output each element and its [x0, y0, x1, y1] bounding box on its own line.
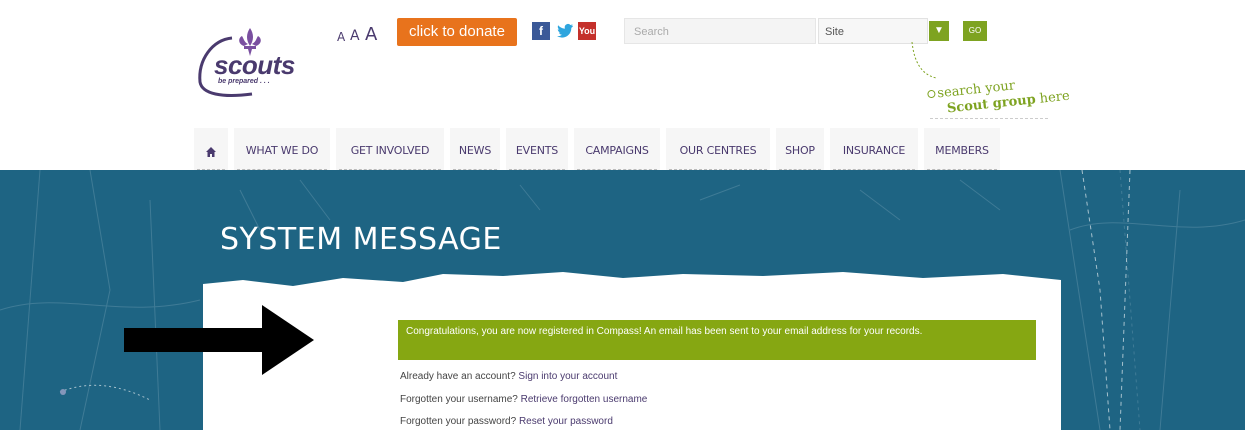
success-alert: Congratulations, you are now registered …	[398, 320, 1036, 360]
home-icon	[206, 147, 216, 157]
reset-password-link[interactable]: Reset your password	[519, 416, 613, 427]
search-input[interactable]: Search	[624, 18, 816, 44]
text-size-medium[interactable]: A	[350, 28, 360, 44]
scouts-logo[interactable]: scouts be prepared . . .	[192, 20, 322, 100]
sign-in-link[interactable]: Sign into your account	[518, 371, 617, 382]
forgot-password-prefix: Forgotten your password?	[400, 416, 519, 427]
forgot-password-line: Forgotten your password? Reset your pass…	[400, 416, 613, 427]
search-go-button[interactable]: GO	[963, 21, 987, 41]
nav-news[interactable]: NEWS	[450, 128, 500, 174]
youtube-icon[interactable]: You	[578, 22, 596, 40]
facebook-icon[interactable]: f	[532, 22, 550, 40]
retrieve-username-link[interactable]: Retrieve forgotten username	[521, 394, 648, 405]
nav-our-centres[interactable]: OUR CENTRES	[666, 128, 770, 174]
home-nav-item[interactable]	[194, 128, 228, 174]
hint-line2: here	[1034, 88, 1071, 108]
text-size-small[interactable]: A	[337, 30, 345, 44]
donate-button[interactable]: click to donate	[397, 18, 517, 46]
hint-underline	[930, 118, 1048, 119]
sign-in-line: Already have an account? Sign into your …	[400, 371, 617, 382]
chevron-down-icon[interactable]: ▼	[929, 21, 949, 41]
nav-get-involved[interactable]: GET INVOLVED	[336, 128, 444, 174]
nav-campaigns[interactable]: CAMPAIGNS	[574, 128, 660, 174]
message-panel	[203, 286, 1061, 436]
forgot-username-prefix: Forgotten your username?	[400, 394, 521, 405]
nav-insurance[interactable]: INSURANCE	[830, 128, 918, 174]
text-size-large[interactable]: A	[365, 24, 377, 45]
twitter-icon[interactable]	[556, 22, 574, 40]
nav-members[interactable]: MEMBERS	[924, 128, 1000, 174]
logo-wordmark: scouts	[214, 50, 295, 80]
sign-in-prefix: Already have an account?	[400, 371, 519, 382]
dotted-pointer-line	[911, 41, 937, 79]
arrow-right-icon	[124, 305, 314, 375]
nav-shop[interactable]: SHOP	[776, 128, 824, 174]
nav-events[interactable]: EVENTS	[506, 128, 568, 174]
forgot-username-line: Forgotten your username? Retrieve forgot…	[400, 394, 647, 405]
page-title: SYSTEM MESSAGE	[220, 222, 502, 257]
hint-circle-icon	[927, 89, 936, 99]
logo-tagline: be prepared . . .	[218, 78, 270, 85]
nav-what-we-do[interactable]: WHAT WE DO	[234, 128, 330, 174]
